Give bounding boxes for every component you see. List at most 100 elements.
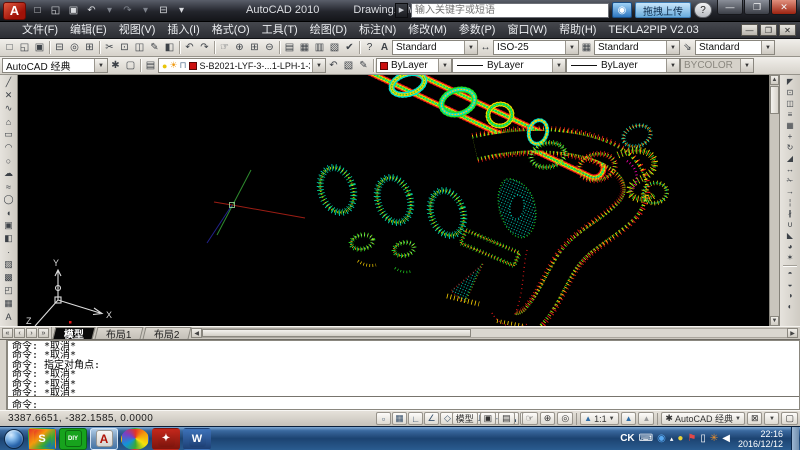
ellipse-button[interactable]: ◯	[1, 193, 17, 206]
annotation-autoscale-icon[interactable]: ▲	[638, 412, 654, 425]
layer-states-icon[interactable]: ▧	[341, 58, 356, 73]
offset-button[interactable]: ≡	[782, 109, 799, 120]
command-history[interactable]: 命令: *取消*命令: *取消*命令: 指定对角点:命令: *取消*命令: *取…	[8, 341, 799, 396]
copy-object-button[interactable]: ⊡	[782, 87, 799, 98]
update-icon[interactable]: ✳	[710, 433, 718, 444]
taskbar-app-word[interactable]: W	[183, 428, 211, 450]
communication-center-icon[interactable]: ◉	[612, 2, 632, 18]
paste-button[interactable]: ◫	[132, 40, 147, 55]
volume-icon[interactable]: ◀	[722, 433, 730, 444]
qat-plot-icon[interactable]: ⊟	[156, 3, 171, 18]
revcloud-button[interactable]: ☁	[1, 167, 17, 180]
tab-nav-icon[interactable]: »	[38, 328, 49, 338]
taskbar-app-sogou[interactable]: S	[28, 428, 56, 450]
rectangle-button[interactable]: ▭	[1, 128, 17, 141]
dim-style-combo[interactable]: ISO-25	[493, 40, 579, 55]
linetype-combo[interactable]: ByLayer	[452, 58, 566, 73]
menu-item[interactable]: 工具(T)	[256, 22, 304, 38]
gradient-button[interactable]: ▩	[1, 271, 17, 284]
combo-arrow-icon[interactable]	[666, 59, 679, 72]
doc-close-button[interactable]: ✕	[779, 24, 796, 36]
combo-arrow-icon[interactable]	[312, 59, 325, 72]
command-window-grip[interactable]	[0, 340, 7, 410]
save-workspace-icon[interactable]: ▢	[123, 58, 138, 73]
redo-button[interactable]: ↷	[197, 40, 212, 55]
qat-undo-arrow-icon[interactable]: ▾	[102, 3, 117, 18]
copy-button[interactable]: ⊡	[117, 40, 132, 55]
taskbar-app-autocad[interactable]: A	[90, 428, 118, 450]
doc-minimize-button[interactable]: —	[741, 24, 758, 36]
zoom-icon[interactable]: ⊕	[540, 412, 556, 425]
menu-item[interactable]: 标注(N)	[353, 22, 402, 38]
taskbar-app-diy[interactable]: DIY	[59, 428, 87, 450]
make-block-button[interactable]: ◧	[1, 232, 17, 245]
qat-redo-icon[interactable]: ↷	[120, 3, 135, 18]
text-style-icon[interactable]: A	[377, 40, 392, 55]
properties-button[interactable]: ▤	[282, 40, 297, 55]
ime-indicator[interactable]: CK	[620, 433, 634, 444]
layer-lock-icon[interactable]: ⊓	[180, 60, 187, 71]
tab-layout1[interactable]: 布局1	[95, 327, 144, 339]
drawing-canvas[interactable]: Y X Z	[18, 75, 769, 326]
clean-screen-button[interactable]: ▢	[781, 412, 798, 425]
close-button[interactable]: ✕	[771, 0, 797, 15]
bring-above-button[interactable]: ◑	[782, 290, 799, 301]
model-space-button[interactable]: 模型	[452, 412, 478, 425]
taskbar-app-red[interactable]: ✦	[152, 428, 180, 450]
annotation-scale-button[interactable]: ▲ 1:1 ▼	[580, 412, 618, 425]
doc-restore-button[interactable]: ❐	[760, 24, 777, 36]
tab-nav-icon[interactable]: «	[2, 328, 13, 338]
menu-item[interactable]: 编辑(E)	[64, 22, 113, 38]
block-editor-button[interactable]: ◧	[162, 40, 177, 55]
polyline-button[interactable]: ∿	[1, 102, 17, 115]
battery-icon[interactable]: ▯	[700, 433, 706, 444]
insert-block-button[interactable]: ▣	[1, 219, 17, 232]
make-current-icon[interactable]: ✎	[356, 58, 371, 73]
vertical-scroll-thumb[interactable]	[770, 86, 779, 114]
coordinates-readout[interactable]: 3387.6651, -382.1585, 0.0000	[0, 413, 153, 424]
zoom-previous-button[interactable]: ⊖	[262, 40, 277, 55]
layer-previous-icon[interactable]: ↶	[326, 58, 341, 73]
help-button[interactable]: ?	[362, 40, 377, 55]
bring-to-front-button[interactable]: ◓	[782, 268, 799, 279]
open-button[interactable]: ◱	[17, 40, 32, 55]
help-button[interactable]: ?	[694, 2, 712, 18]
workspace-combo[interactable]: AutoCAD 经典	[2, 58, 108, 73]
table-style-icon[interactable]: ▦	[579, 40, 594, 55]
region-button[interactable]: ◰	[1, 284, 17, 297]
new-button[interactable]: □	[2, 40, 17, 55]
arc-button[interactable]: ◠	[1, 141, 17, 154]
move-button[interactable]: +	[782, 131, 799, 142]
menu-item[interactable]: 帮助(H)	[553, 22, 602, 38]
qat-undo-icon[interactable]: ↶	[84, 3, 99, 18]
extend-button[interactable]: →	[782, 186, 799, 197]
qat-menu-arrow-icon[interactable]: ▾	[174, 3, 189, 18]
hatch-button[interactable]: ▨	[1, 258, 17, 271]
trim-button[interactable]: ✁	[782, 175, 799, 186]
circle-button[interactable]: ○	[1, 154, 17, 167]
color-combo[interactable]: ByLayer	[376, 58, 452, 73]
snap-toggle[interactable]: ▫	[376, 412, 391, 425]
layer-properties-manager-icon[interactable]: ▤	[143, 58, 158, 73]
menu-item[interactable]: 绘图(D)	[304, 22, 353, 38]
annotation-visibility-icon[interactable]: ▲	[621, 412, 637, 425]
menu-item[interactable]: 参数(P)	[453, 22, 502, 38]
layer-combo[interactable]: ● ☀ ⊓ S-B2021-LYF-3-...1-LPH-1-389242	[158, 58, 326, 73]
vertical-scrollbar[interactable]: ▲ ▼	[769, 75, 779, 326]
mtext-button[interactable]: A	[1, 310, 17, 323]
taskbar-clock[interactable]: 22:16 2016/12/12	[734, 429, 787, 449]
polar-toggle[interactable]: ∠	[424, 412, 439, 425]
menu-item[interactable]: 修改(M)	[402, 22, 453, 38]
designcenter-button[interactable]: ▦	[297, 40, 312, 55]
combo-arrow-icon[interactable]	[761, 41, 774, 54]
stretch-button[interactable]: ↔	[782, 164, 799, 175]
workspace-settings-icon[interactable]: ✱	[108, 58, 123, 73]
dim-style-icon[interactable]: ↔	[478, 40, 493, 55]
save-button[interactable]: ▣	[32, 40, 47, 55]
horizontal-scrollbar[interactable]: ◀ ▶	[191, 328, 798, 338]
erase-button[interactable]: ◤	[782, 76, 799, 87]
explode-button[interactable]: ✶	[782, 252, 799, 263]
qat-save-icon[interactable]: ▣	[66, 3, 81, 18]
mleader-style-icon[interactable]: ⇘	[680, 40, 695, 55]
quick-view-layouts-icon[interactable]: ▣	[480, 412, 497, 425]
